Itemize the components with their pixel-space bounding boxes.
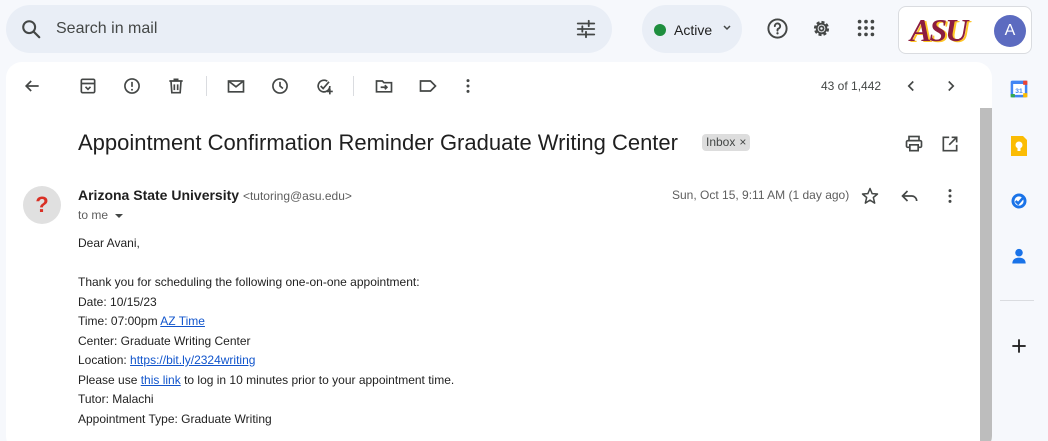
remove-label-icon[interactable]: × — [739, 135, 746, 149]
contacts-icon[interactable] — [1009, 246, 1029, 266]
chevron-down-icon[interactable] — [114, 211, 124, 221]
body-greeting: Dear Avani, — [78, 236, 140, 250]
asu-logo: ASU — [910, 12, 968, 48]
body-type: Appointment Type: Graduate Writing — [78, 411, 272, 426]
body-location: Location: https://bit.ly/2324writing — [78, 351, 454, 371]
recipient-details[interactable]: to me — [78, 208, 124, 222]
body-time-text: Time: 07:00pm — [78, 314, 161, 328]
az-time-link[interactable]: AZ Time — [160, 314, 205, 328]
add-task-icon[interactable] — [314, 76, 334, 96]
archive-icon[interactable] — [78, 76, 98, 96]
email-body: Dear Avani, Thank you for scheduling the… — [78, 234, 454, 429]
keep-icon[interactable] — [1009, 135, 1029, 157]
tune-icon[interactable] — [575, 18, 597, 40]
body-time: Time: 07:00pm AZ Time — [78, 312, 454, 332]
add-icon[interactable] — [1009, 336, 1029, 356]
move-to-icon[interactable] — [374, 76, 394, 96]
body-login-text: Please use — [78, 372, 141, 387]
email-view: 43 of 1,442 Appointment Confirmation Rem… — [6, 62, 992, 441]
email-date: Sun, Oct 15, 9:11 AM (1 day ago) — [672, 188, 850, 202]
mark-unread-icon[interactable] — [226, 76, 246, 96]
body-login-suffix: to log in 10 minutes prior to your appoi… — [180, 372, 455, 387]
tasks-icon[interactable] — [1009, 191, 1029, 211]
body-center: Center: Graduate Writing Center — [78, 333, 251, 348]
label-icon[interactable] — [418, 76, 438, 96]
account-switcher[interactable]: ASU A — [898, 6, 1032, 54]
reply-icon[interactable] — [900, 186, 920, 206]
chevron-left-icon[interactable] — [902, 76, 920, 96]
chevron-down-icon — [722, 23, 732, 33]
search-icon[interactable] — [20, 18, 42, 40]
inbox-label-chip[interactable]: Inbox × — [702, 134, 751, 151]
search-input[interactable]: Search in mail — [56, 20, 157, 38]
settings-icon[interactable] — [810, 17, 833, 40]
delete-icon[interactable] — [166, 76, 186, 96]
sender-avatar: ? — [23, 186, 61, 224]
login-link[interactable]: this link — [141, 373, 181, 387]
body-intro: Thank you for scheduling the following o… — [78, 275, 420, 289]
status-dot — [654, 24, 666, 36]
scrollbar[interactable] — [980, 108, 992, 441]
side-panel-divider — [1000, 300, 1034, 301]
toolbar-divider — [353, 76, 354, 96]
calendar-icon[interactable]: 31 — [1009, 79, 1029, 99]
sender-info: Arizona State University <tutoring@asu.e… — [78, 187, 352, 203]
location-link[interactable]: https://bit.ly/2324writing — [130, 353, 255, 367]
print-icon[interactable] — [904, 134, 924, 154]
open-in-new-window-icon[interactable] — [940, 134, 960, 154]
status-label: Active — [674, 22, 713, 38]
status-selector[interactable]: Active — [642, 5, 742, 53]
body-login: Please use this link to log in 10 minute… — [78, 371, 454, 391]
email-subject: Appointment Confirmation Reminder Gradua… — [78, 130, 678, 155]
star-icon[interactable] — [860, 186, 880, 206]
pager-count: 43 of 1,442 — [821, 79, 882, 93]
apps-icon[interactable] — [855, 17, 877, 39]
sender-name: Arizona State University — [78, 187, 240, 203]
help-icon[interactable] — [766, 17, 789, 40]
chevron-right-icon[interactable] — [942, 76, 960, 96]
sender-email: <tutoring@asu.edu> — [242, 189, 352, 203]
back-icon[interactable] — [22, 76, 42, 96]
body-tutor: Tutor: Malachi — [78, 392, 154, 406]
body-date: Date: 10/15/23 — [78, 294, 157, 309]
avatar[interactable]: A — [994, 15, 1026, 47]
inbox-label: Inbox — [706, 135, 736, 149]
more-icon[interactable] — [458, 76, 478, 96]
body-location-text: Location: — [78, 353, 131, 367]
search-bar[interactable]: Search in mail — [6, 5, 612, 53]
snooze-icon[interactable] — [270, 76, 290, 96]
report-spam-icon[interactable] — [122, 76, 142, 96]
svg-text:31: 31 — [1015, 88, 1023, 95]
toolbar-divider — [206, 76, 207, 96]
recipient-label: to me — [78, 208, 109, 222]
message-more-icon[interactable] — [940, 186, 960, 206]
